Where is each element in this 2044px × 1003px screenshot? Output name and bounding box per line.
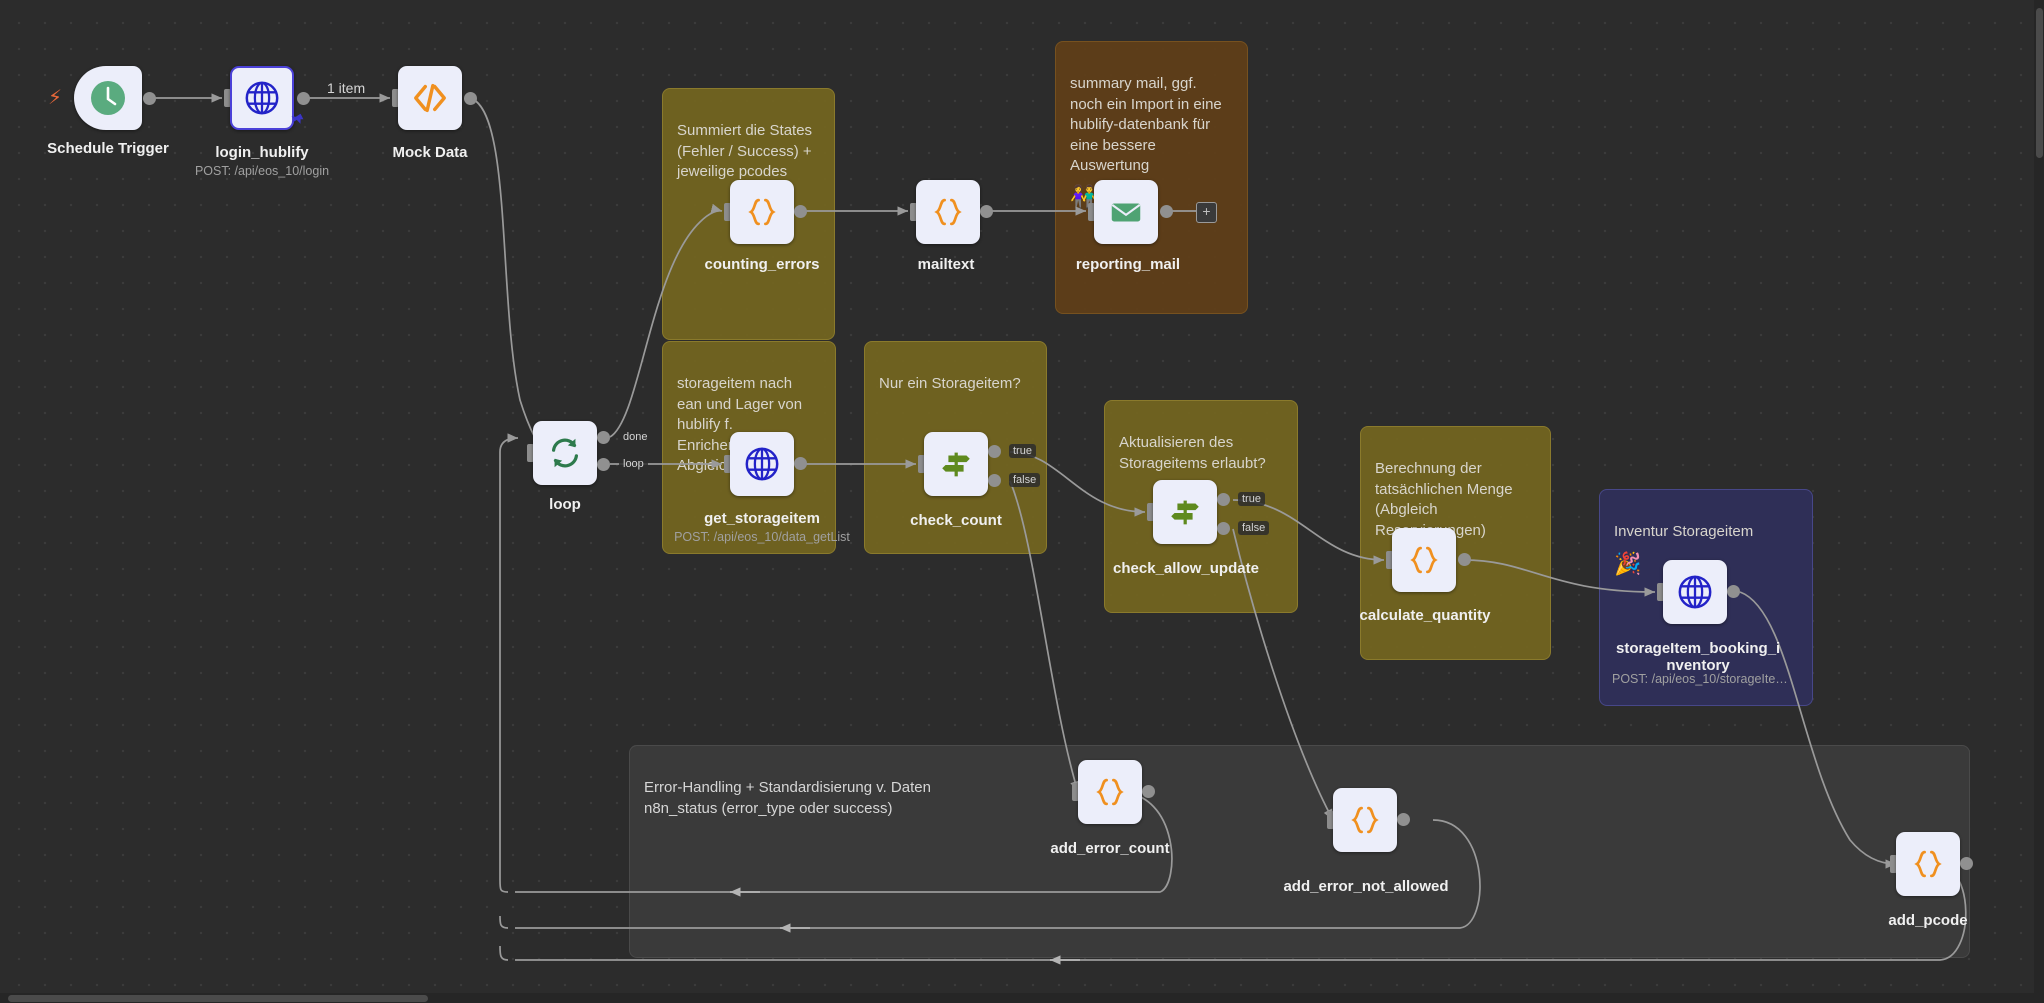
node-loop[interactable] xyxy=(533,421,597,485)
output-port[interactable] xyxy=(1397,813,1410,826)
node-check-allow-update[interactable] xyxy=(1153,480,1217,544)
output-port[interactable] xyxy=(1727,585,1740,598)
node-schedule-trigger[interactable] xyxy=(74,66,142,130)
node-label-schedule-trigger: Schedule Trigger xyxy=(47,140,169,157)
sticky-note-text: summary mail, ggf. noch ein Import in ei… xyxy=(1070,75,1222,174)
refresh-icon xyxy=(533,421,597,485)
sticky-note-text: Error-Handling + Standardisierung v. Dat… xyxy=(644,779,931,817)
output-port-loop[interactable] xyxy=(597,458,610,471)
braces-icon xyxy=(1392,528,1456,592)
node-label-loop: loop xyxy=(549,496,581,513)
node-storageitem-booking-inventory[interactable] xyxy=(1663,560,1727,624)
sticky-note-text: Aktualisieren des Storageitems erlaubt? xyxy=(1119,434,1266,472)
output-port[interactable] xyxy=(1142,785,1155,798)
node-subtitle-login-hublify: POST: /api/eos_10/login xyxy=(194,164,330,178)
node-reporting-mail[interactable] xyxy=(1094,180,1158,244)
output-port[interactable] xyxy=(794,457,807,470)
signpost-icon xyxy=(1153,480,1217,544)
sticky-note-text: Nur ein Storageitem? xyxy=(879,375,1021,393)
node-mock-data[interactable] xyxy=(398,66,462,130)
node-login-hublify[interactable] xyxy=(230,66,294,130)
output-port[interactable] xyxy=(297,92,310,105)
output-port-false[interactable] xyxy=(1217,522,1230,535)
output-port[interactable] xyxy=(143,92,156,105)
horizontal-scrollbar-thumb[interactable] xyxy=(8,995,428,1002)
output-port-false[interactable] xyxy=(988,474,1001,487)
node-calculate-quantity[interactable] xyxy=(1392,528,1456,592)
braces-icon xyxy=(916,180,980,244)
globe-icon xyxy=(232,68,292,128)
edge-label-1-item: 1 item xyxy=(327,80,366,96)
node-label-mock-data: Mock Data xyxy=(392,144,468,161)
node-label-mailtext: mailtext xyxy=(917,256,975,273)
code-icon xyxy=(398,66,462,130)
globe-icon xyxy=(1663,560,1727,624)
braces-icon xyxy=(730,180,794,244)
node-check-count[interactable] xyxy=(924,432,988,496)
add-node-button[interactable]: + xyxy=(1196,202,1217,223)
vertical-scrollbar-thumb[interactable] xyxy=(2036,8,2043,158)
signpost-icon xyxy=(924,432,988,496)
node-label-login-hublify: login_hublify xyxy=(215,144,309,161)
output-port[interactable] xyxy=(1160,205,1173,218)
output-port[interactable] xyxy=(794,205,807,218)
output-port-true[interactable] xyxy=(988,445,1001,458)
port-label-done: done xyxy=(619,430,652,444)
sticky-note-text: Summiert die States (Fehler / Success) +… xyxy=(677,122,813,181)
port-label-true: true xyxy=(1238,492,1265,506)
port-label-false: false xyxy=(1009,473,1041,487)
node-add-pcode[interactable] xyxy=(1896,832,1960,896)
braces-icon xyxy=(1896,832,1960,896)
horizontal-scrollbar[interactable] xyxy=(0,993,2044,1003)
output-port[interactable] xyxy=(1458,553,1471,566)
output-port[interactable] xyxy=(464,92,477,105)
workflow-canvas[interactable]: Summiert die States (Fehler / Success) +… xyxy=(0,0,2044,1003)
output-port-true[interactable] xyxy=(1217,493,1230,506)
node-add-error-not-allowed[interactable] xyxy=(1333,788,1397,852)
braces-icon xyxy=(1078,760,1142,824)
sticky-note-error-handling[interactable]: Error-Handling + Standardisierung v. Dat… xyxy=(629,745,1970,958)
node-counting-errors[interactable] xyxy=(730,180,794,244)
pinned-icon xyxy=(290,112,304,129)
globe-icon xyxy=(730,432,794,496)
sticky-note-reporting-mail[interactable]: summary mail, ggf. noch ein Import in ei… xyxy=(1055,41,1248,314)
sticky-note-text: Inventur Storageitem xyxy=(1614,523,1754,541)
trigger-bolt-icon: ⚡ xyxy=(48,87,63,109)
output-port[interactable] xyxy=(980,205,993,218)
port-label-false: false xyxy=(1238,521,1270,535)
output-port-done[interactable] xyxy=(597,431,610,444)
clock-icon xyxy=(74,66,142,130)
port-label-loop: loop xyxy=(619,457,648,471)
output-port[interactable] xyxy=(1960,857,1973,870)
vertical-scrollbar[interactable] xyxy=(2034,0,2044,1003)
node-get-storageitem[interactable] xyxy=(730,432,794,496)
envelope-icon xyxy=(1094,180,1158,244)
port-label-true: true xyxy=(1009,444,1036,458)
braces-icon xyxy=(1333,788,1397,852)
sticky-note-text: Berechnung der tatsächlichen Menge (Abgl… xyxy=(1375,460,1513,538)
node-mailtext[interactable] xyxy=(916,180,980,244)
node-add-error-count[interactable] xyxy=(1078,760,1142,824)
